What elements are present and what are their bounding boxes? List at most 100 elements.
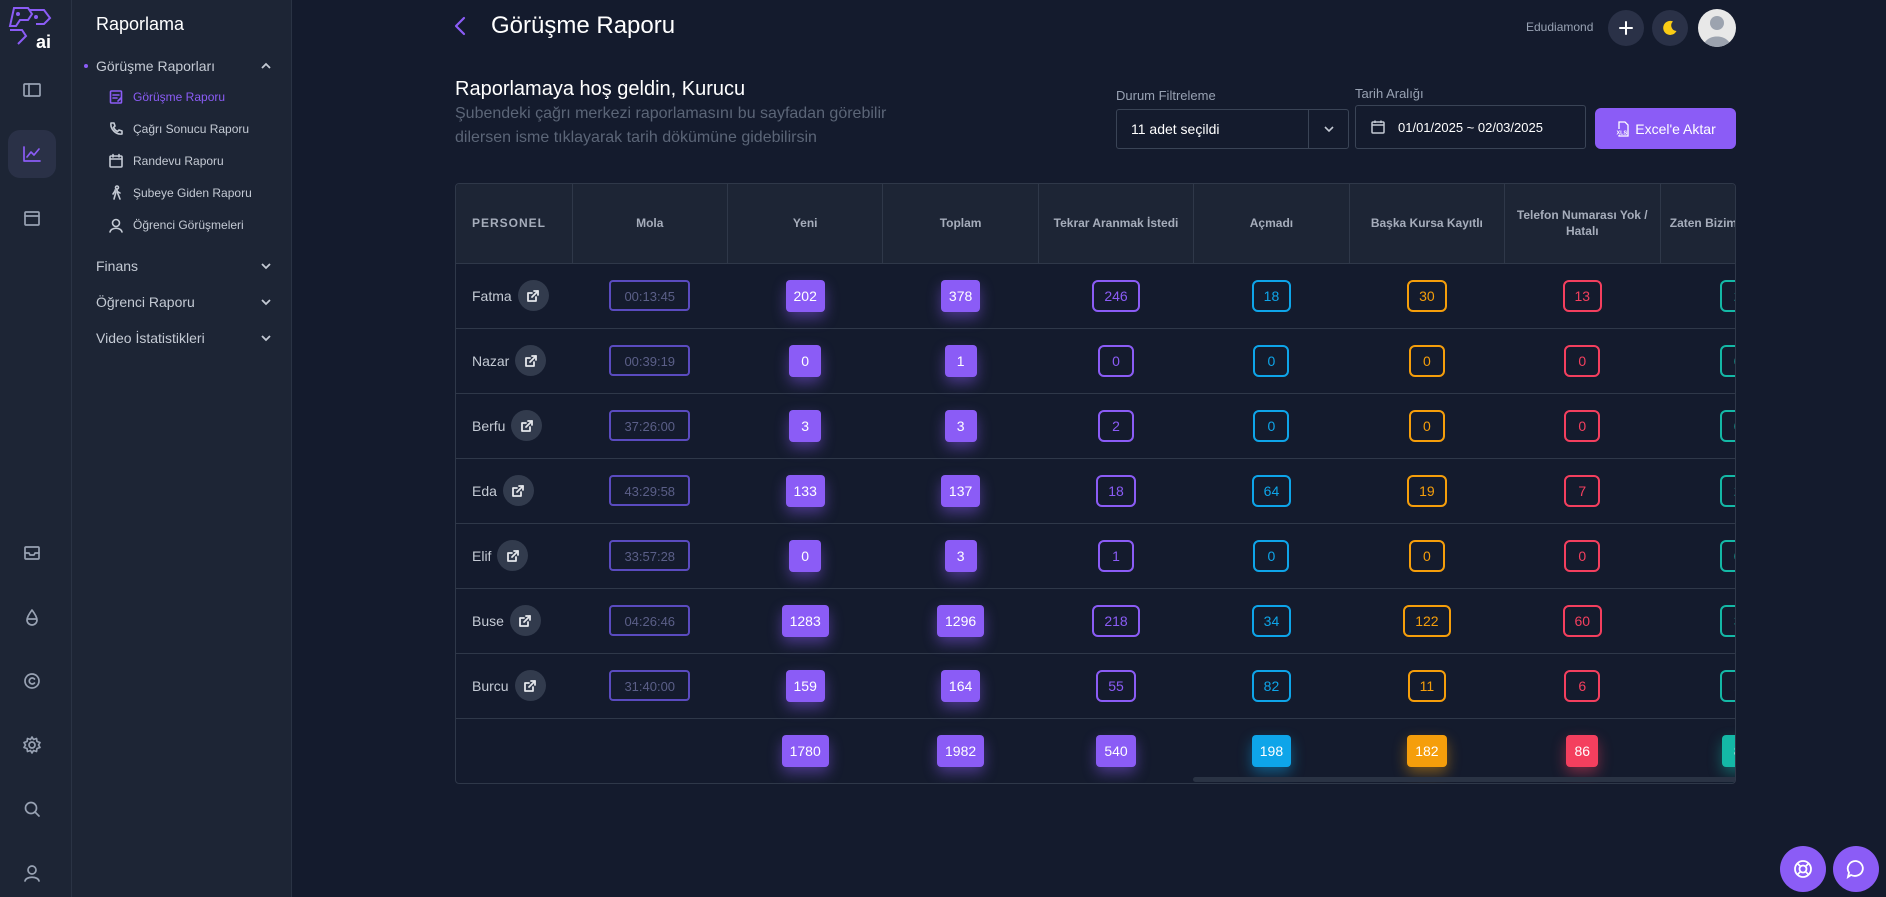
menu-item-subeye-giden-raporu[interactable]: Şubeye Giden Raporu [108, 182, 252, 204]
yeni-badge[interactable]: 159 [785, 669, 825, 702]
telefon-badge[interactable]: 7 [1564, 474, 1601, 507]
open-detail-button[interactable] [515, 345, 547, 376]
rail-settings-button[interactable] [8, 721, 56, 769]
acmadi-badge[interactable]: 0 [1253, 539, 1290, 572]
column-header-telefon[interactable]: Telefon Numarası Yok / Hatalı [1504, 184, 1661, 263]
zaten-bizim-badge[interactable]: 1 [1719, 669, 1735, 702]
telefon-badge[interactable]: 60 [1562, 604, 1603, 637]
baska-kursa-badge[interactable]: 30 [1407, 279, 1447, 312]
zaten-bizim-badge[interactable]: 2 [1719, 474, 1735, 507]
open-detail-button[interactable] [502, 475, 534, 506]
menu-group-gorusme-raporlari[interactable]: Görüşme Raporları [84, 54, 272, 78]
zaten-bizim-badge[interactable]: 3 [1719, 604, 1735, 637]
help-button[interactable] [1780, 846, 1826, 892]
column-header-personel[interactable]: PERSONEL [456, 184, 573, 263]
open-detail-button[interactable] [517, 280, 549, 311]
rail-copyright-button[interactable] [8, 657, 56, 705]
yeni-badge[interactable]: 3 [789, 409, 822, 442]
column-header-yeni[interactable]: Yeni [727, 184, 884, 263]
zaten-bizim-badge[interactable]: 0 [1719, 409, 1735, 442]
acmadi-badge[interactable]: 82 [1251, 669, 1292, 702]
personel-name[interactable]: Nazar [472, 353, 509, 369]
zaten-bizim-badge[interactable]: 0 [1719, 539, 1735, 572]
tekrar-aranmak-badge[interactable]: 0 [1098, 344, 1135, 377]
app-logo[interactable]: ai [6, 4, 58, 52]
status-filter-toggle[interactable] [1308, 110, 1348, 148]
menu-item-ogrenci-gorusmeleri[interactable]: Öğrenci Görüşmeleri [108, 214, 244, 236]
rail-inbox-button[interactable] [8, 529, 56, 577]
toplam-badge[interactable]: 164 [940, 669, 981, 702]
rail-sidebar-toggle-button[interactable] [8, 66, 56, 114]
baska-kursa-badge[interactable]: 122 [1403, 604, 1451, 637]
rail-drop-button[interactable] [8, 593, 56, 641]
column-header-baska-kursa[interactable]: Başka Kursa Kayıtlı [1349, 184, 1506, 263]
personel-name[interactable]: Eda [472, 483, 497, 499]
column-header-mola[interactable]: Mola [572, 184, 728, 263]
telefon-badge[interactable]: 6 [1564, 669, 1601, 702]
status-filter-select[interactable]: 11 adet seçildi [1116, 109, 1349, 149]
toplam-badge[interactable]: 1296 [937, 604, 985, 637]
baska-kursa-badge[interactable]: 11 [1407, 669, 1447, 702]
zaten-bizim-badge[interactable]: 2 [1719, 279, 1735, 312]
baska-kursa-badge[interactable]: 19 [1407, 474, 1447, 507]
tekrar-aranmak-badge[interactable]: 246 [1092, 279, 1140, 312]
column-header-toplam[interactable]: Toplam [882, 184, 1039, 263]
theme-toggle-button[interactable] [1652, 10, 1688, 46]
rail-calendar-button[interactable] [8, 194, 56, 242]
telefon-badge[interactable]: 13 [1562, 279, 1603, 312]
tekrar-aranmak-badge[interactable]: 2 [1098, 409, 1135, 442]
menu-item-randevu-raporu[interactable]: Randevu Raporu [108, 150, 224, 172]
yeni-badge[interactable]: 1283 [781, 604, 829, 637]
excel-export-button[interactable]: XLS Excel'e Aktar [1595, 108, 1736, 149]
acmadi-badge[interactable]: 34 [1251, 604, 1292, 637]
menu-item-gorusme-raporu[interactable]: Görüşme Raporu [108, 86, 225, 108]
telefon-badge[interactable]: 0 [1564, 344, 1601, 377]
horizontal-scrollbar[interactable] [1193, 777, 1735, 782]
personel-name[interactable]: Fatma [472, 288, 512, 304]
rail-search-button[interactable] [8, 785, 56, 833]
toplam-badge[interactable]: 137 [940, 474, 981, 507]
menu-group-video-istatistikleri[interactable]: Video İstatistikleri [96, 326, 272, 350]
tekrar-aranmak-badge[interactable]: 55 [1096, 669, 1136, 702]
chat-button[interactable] [1833, 846, 1879, 892]
open-detail-button[interactable] [514, 670, 546, 701]
acmadi-badge[interactable]: 64 [1251, 474, 1292, 507]
personel-name[interactable]: Elif [472, 548, 491, 564]
baska-kursa-badge[interactable]: 0 [1408, 409, 1445, 442]
telefon-badge[interactable]: 0 [1564, 409, 1601, 442]
rail-profile-button[interactable] [8, 849, 56, 897]
open-detail-button[interactable] [497, 540, 529, 571]
baska-kursa-badge[interactable]: 0 [1408, 539, 1445, 572]
acmadi-badge[interactable]: 18 [1251, 279, 1292, 312]
tekrar-aranmak-badge[interactable]: 18 [1096, 474, 1136, 507]
open-detail-button[interactable] [509, 605, 541, 636]
acmadi-badge[interactable]: 0 [1253, 409, 1290, 442]
baska-kursa-badge[interactable]: 0 [1408, 344, 1445, 377]
acmadi-badge[interactable]: 0 [1253, 344, 1290, 377]
tekrar-aranmak-badge[interactable]: 218 [1092, 604, 1140, 637]
toplam-badge[interactable]: 3 [944, 409, 977, 442]
tekrar-aranmak-badge[interactable]: 1 [1098, 539, 1135, 572]
date-range-picker[interactable]: 01/01/2025 ~ 02/03/2025 [1355, 105, 1586, 149]
personel-name[interactable]: Berfu [472, 418, 505, 434]
menu-group-ogrenci-raporu[interactable]: Öğrenci Raporu [96, 290, 272, 314]
column-header-tekrar-aranmak[interactable]: Tekrar Aranmak İstedi [1038, 184, 1195, 263]
toplam-badge[interactable]: 378 [940, 279, 981, 312]
menu-item-cagri-sonucu-raporu[interactable]: Çağrı Sonucu Raporu [108, 118, 249, 140]
yeni-badge[interactable]: 0 [789, 344, 822, 377]
personel-name[interactable]: Burcu [472, 678, 509, 694]
yeni-badge[interactable]: 133 [785, 474, 825, 507]
menu-group-finans[interactable]: Finans [96, 254, 272, 278]
yeni-badge[interactable]: 0 [789, 539, 822, 572]
telefon-badge[interactable]: 0 [1564, 539, 1601, 572]
toplam-badge[interactable]: 1 [944, 344, 977, 377]
yeni-badge[interactable]: 202 [785, 279, 825, 312]
column-header-zaten-bizim[interactable]: Zaten Bizim Öğrencimiz [1660, 184, 1735, 263]
personel-name[interactable]: Buse [472, 613, 504, 629]
zaten-bizim-badge[interactable]: 0 [1719, 344, 1735, 377]
add-button[interactable] [1608, 10, 1644, 46]
rail-reports-button[interactable] [8, 130, 56, 178]
back-chevron-icon[interactable] [452, 14, 468, 38]
toplam-badge[interactable]: 3 [944, 539, 977, 572]
column-header-acmadi[interactable]: Açmadı [1193, 184, 1350, 263]
